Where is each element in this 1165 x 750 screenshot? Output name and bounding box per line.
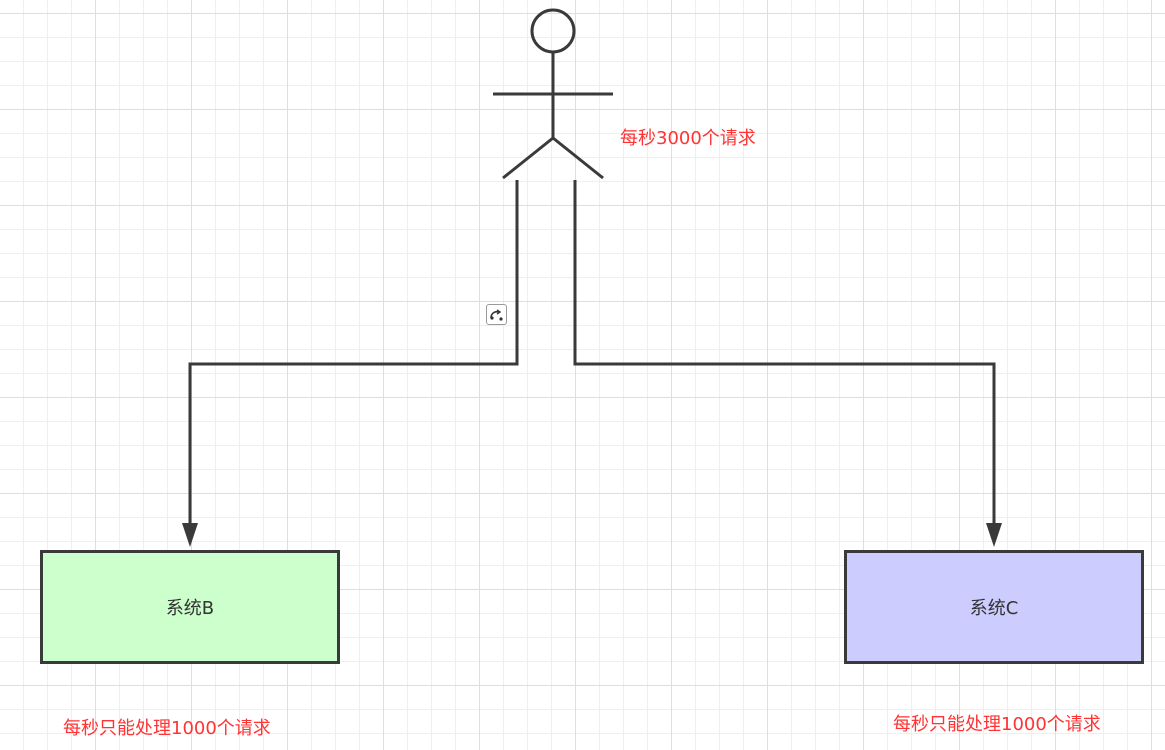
system-c-capacity-note: 每秒只能处理1000个请求 <box>893 714 1101 735</box>
connector-to-system-c[interactable] <box>573 180 996 528</box>
actor-request-note: 每秒3000个请求 <box>620 128 756 149</box>
connector-to-system-b[interactable] <box>188 180 519 528</box>
system-b-label: 系统B <box>165 598 215 619</box>
link-icon-glyph <box>490 309 503 321</box>
actor-head <box>530 8 576 54</box>
arrowhead-system-b <box>182 523 198 547</box>
system-b-capacity-note: 每秒只能处理1000个请求 <box>63 718 271 739</box>
actor-right-leg <box>552 136 604 180</box>
link-icon[interactable] <box>486 304 507 325</box>
system-c-label: 系统C <box>969 598 1019 619</box>
actor-left-leg <box>502 136 554 180</box>
arrowhead-system-c <box>986 523 1002 547</box>
system-c-box[interactable]: 系统C <box>844 550 1144 664</box>
actor-figure[interactable] <box>493 8 613 180</box>
system-b-box[interactable]: 系统B <box>40 550 340 664</box>
